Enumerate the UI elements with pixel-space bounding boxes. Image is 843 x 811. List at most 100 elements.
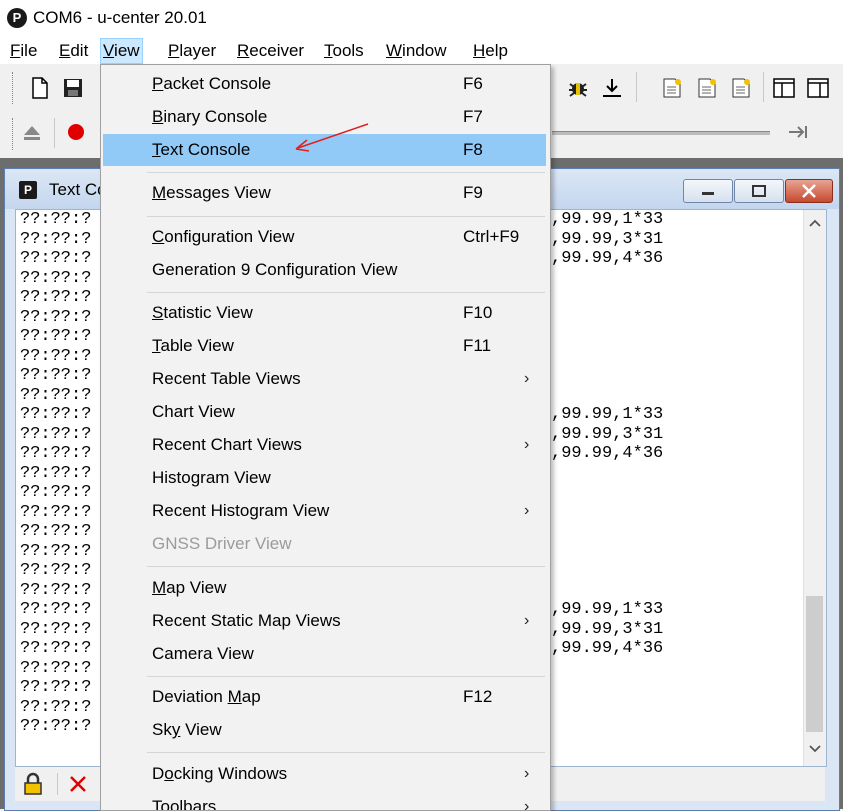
menu-help[interactable]: Help (471, 39, 510, 63)
menu-item-packet-console[interactable]: Packet Console F6 (103, 68, 546, 100)
menu-receiver[interactable]: Receiver (235, 39, 306, 63)
toolbar-grip-2[interactable] (12, 118, 16, 150)
scroll-down-icon[interactable] (804, 738, 826, 758)
menu-item-recent-static-map-views[interactable]: Recent Static Map Views › (103, 605, 546, 637)
console-line: ??:??:? (20, 580, 92, 600)
menu-item-messages-view[interactable]: Messages View F9 (103, 177, 546, 209)
console-line: ??:??:? (20, 405, 92, 424)
menu-item-text-console[interactable]: Text Console F8 (103, 134, 546, 166)
vertical-scrollbar[interactable] (803, 210, 826, 766)
menu-item-sky-view[interactable]: Sky View (103, 714, 546, 746)
playback-slider[interactable] (552, 131, 770, 135)
console-line: ??:??:? (20, 210, 92, 229)
menu-item-label: Text Console (152, 140, 251, 159)
menu-item-binary-console[interactable]: Binary Console F7 (103, 101, 546, 133)
menu-separator (147, 676, 545, 677)
save-icon[interactable] (61, 76, 85, 100)
menu-item-recent-table-views[interactable]: Recent Table Views › (103, 363, 546, 395)
toolbar-bug-icon[interactable] (566, 76, 590, 100)
menu-window[interactable]: Window (384, 39, 448, 63)
close-button[interactable] (785, 179, 833, 203)
menu-file-mnemonic: F (10, 41, 21, 60)
menu-item-statistic-view[interactable]: Statistic View F10 (103, 297, 546, 329)
menu-item-shortcut: F12 (463, 687, 493, 706)
console-line: ??:??:? (20, 483, 92, 502)
menu-view-mnemonic: V (103, 41, 115, 60)
console-line-tail: ,99.99,4*36 (551, 639, 664, 658)
console-line: ??:??:? (20, 678, 92, 697)
toolbar-separator (763, 72, 764, 102)
menu-tools-label: ools (332, 41, 364, 60)
menu-item-label: Map View (152, 578, 227, 597)
menu-item-gen9-configuration-view[interactable]: Generation 9 Configuration View (103, 254, 546, 286)
menu-item-label: Toolbars (152, 797, 217, 811)
view-menu-dropdown: Packet Console F6 Binary Console F7 Text… (100, 64, 551, 811)
menu-separator (147, 172, 545, 173)
menu-item-recent-histogram-view[interactable]: Recent Histogram View › (103, 495, 546, 527)
menu-separator (147, 566, 545, 567)
minimize-button[interactable] (683, 179, 733, 203)
menu-item-shortcut: F10 (463, 303, 493, 322)
scrollbar-thumb[interactable] (806, 596, 823, 732)
restore-icon (752, 185, 766, 197)
menu-item-configuration-view[interactable]: Configuration View Ctrl+F9 (103, 221, 546, 253)
submenu-arrow-icon: › (524, 370, 530, 387)
console-line: ??:??:? (20, 249, 92, 268)
toolbar-download-icon[interactable] (600, 76, 624, 100)
console-line-tail: ,99.99,1*33 (551, 210, 664, 229)
config-doc-icon-1[interactable] (660, 76, 684, 100)
config-doc-icon-3[interactable] (729, 76, 753, 100)
menu-item-histogram-view[interactable]: Histogram View (103, 462, 546, 494)
child-window-title: Text Co (49, 180, 107, 199)
new-file-icon[interactable] (28, 76, 52, 100)
console-line: ??:??:? (20, 346, 92, 366)
menu-item-shortcut: F9 (463, 183, 483, 202)
submenu-arrow-icon: › (524, 798, 530, 811)
menu-item-shortcut: Ctrl+F9 (463, 227, 520, 246)
record-icon[interactable] (64, 120, 88, 144)
menu-item-label: Recent Static Map Views (152, 611, 341, 630)
console-line: ??:??:? (20, 463, 92, 483)
delete-icon[interactable] (66, 772, 90, 796)
skip-to-end-icon[interactable] (786, 120, 810, 144)
scroll-up-icon[interactable] (804, 214, 826, 234)
config-doc-icon-2[interactable] (695, 76, 719, 100)
menu-separator (147, 292, 545, 293)
menu-edit-label: dit (70, 41, 89, 60)
panel-left-icon[interactable] (772, 76, 796, 100)
menu-player-label: layer (179, 41, 217, 60)
console-line: ??:??:? (20, 561, 92, 580)
menu-item-label: Recent Histogram View (152, 501, 330, 520)
menu-receiver-label: eceiver (249, 41, 305, 60)
console-line-tail: ,99.99,4*36 (551, 249, 664, 268)
menu-item-camera-view[interactable]: Camera View (103, 638, 546, 670)
eject-icon[interactable] (20, 120, 44, 144)
menu-item-label: Statistic View (152, 303, 253, 322)
menu-item-table-view[interactable]: Table View F11 (103, 330, 546, 362)
menu-edit[interactable]: Edit (57, 39, 90, 63)
menu-item-label: Chart View (152, 402, 235, 421)
menu-receiver-mnemonic: R (237, 41, 250, 60)
menu-player[interactable]: Player (166, 39, 218, 63)
menu-item-toolbars[interactable]: Toolbars › (103, 791, 546, 811)
menu-help-label: elp (485, 41, 508, 60)
menu-item-map-view[interactable]: Map View (103, 572, 546, 604)
console-line: ??:??:? (20, 229, 92, 249)
menu-item-chart-view[interactable]: Chart View (103, 396, 546, 428)
maximize-button[interactable] (734, 179, 784, 203)
menu-item-docking-windows[interactable]: Docking Windows › (103, 758, 546, 790)
panel-right-icon[interactable] (806, 76, 830, 100)
menu-view[interactable]: View (100, 38, 143, 64)
close-icon (802, 184, 816, 198)
console-line: ??:??:? (20, 639, 92, 658)
menu-item-label: Recent Table Views (152, 369, 301, 388)
menu-item-deviation-map[interactable]: Deviation Map F12 (103, 681, 546, 713)
menu-item-label: Docking Windows (152, 764, 288, 783)
menu-item-recent-chart-views[interactable]: Recent Chart Views › (103, 429, 546, 461)
menu-file[interactable]: File (8, 39, 39, 63)
toolbar-grip[interactable] (12, 72, 16, 104)
lock-icon[interactable] (21, 772, 45, 796)
title-bar: P COM6 - u-center 20.01 (0, 0, 843, 36)
menu-tools[interactable]: Tools (322, 39, 366, 63)
menu-item-shortcut: F7 (463, 107, 483, 126)
